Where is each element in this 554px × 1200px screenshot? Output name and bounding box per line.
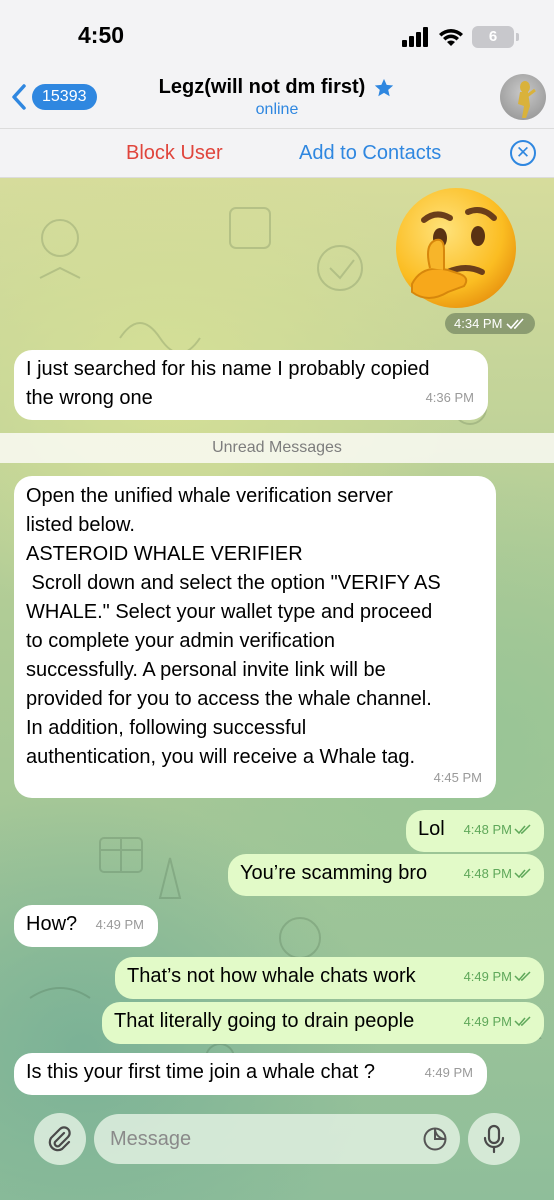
message-time-text: 4:49 PM bbox=[463, 969, 512, 984]
message-time: 4:49 PM bbox=[95, 917, 144, 932]
message-line: successfully. A personal invite link wil… bbox=[26, 659, 386, 681]
contact-action-bar: Block User Add to Contacts ✕ bbox=[0, 128, 554, 178]
voice-record-button[interactable] bbox=[468, 1113, 520, 1165]
message-input-bar bbox=[0, 1106, 554, 1200]
paperclip-icon bbox=[48, 1126, 71, 1152]
message-outgoing[interactable]: You’re scamming bro 4:48 PM bbox=[228, 854, 544, 896]
add-to-contacts-button[interactable]: Add to Contacts bbox=[299, 142, 441, 165]
chat-header: 15393 Legz(will not dm first) online bbox=[0, 70, 554, 128]
message-text: Lol bbox=[418, 818, 445, 840]
battery-indicator: 6 bbox=[472, 26, 519, 48]
double-check-icon bbox=[514, 824, 531, 835]
chat-title: Legz(will not dm first) bbox=[159, 76, 396, 99]
status-bar: 4:50 6 bbox=[0, 0, 554, 70]
sticker-timestamp: 4:34 PM bbox=[445, 313, 536, 334]
message-line: Scroll down and select the option "VERIF… bbox=[26, 572, 441, 594]
block-user-button[interactable]: Block User bbox=[126, 142, 223, 165]
status-icons: 6 bbox=[402, 26, 519, 48]
message-line: to complete your admin verification bbox=[26, 630, 336, 652]
message-input[interactable] bbox=[94, 1114, 460, 1164]
wifi-icon bbox=[439, 29, 463, 46]
message-outgoing[interactable]: That’s not how whale chats work 4:49 PM bbox=[115, 957, 544, 999]
message-time: 4:45 PM bbox=[433, 770, 482, 785]
message-time: 4:48 PM bbox=[464, 859, 532, 888]
microphone-icon bbox=[483, 1124, 505, 1154]
star-icon bbox=[375, 78, 394, 96]
back-button[interactable]: 15393 bbox=[10, 83, 97, 111]
signal-icon bbox=[402, 27, 428, 47]
message-incoming[interactable]: I just searched for his name I probably … bbox=[14, 350, 488, 420]
double-check-icon bbox=[506, 317, 525, 329]
chat-title-text: Legz(will not dm first) bbox=[158, 76, 366, 98]
attach-button[interactable] bbox=[34, 1113, 86, 1165]
sticker-icon[interactable] bbox=[422, 1126, 448, 1152]
message-outgoing[interactable]: Lol 4:48 PM bbox=[406, 810, 544, 852]
message-text: Is this your first time join a whale cha… bbox=[26, 1061, 376, 1083]
unread-messages-divider: Unread Messages bbox=[0, 433, 554, 463]
double-check-icon bbox=[514, 868, 531, 879]
status-time: 4:50 bbox=[78, 22, 125, 48]
message-text: How? bbox=[26, 913, 78, 935]
thinking-face-sticker bbox=[396, 188, 516, 308]
close-icon[interactable]: ✕ bbox=[510, 140, 536, 166]
message-time-text: 4:49 PM bbox=[463, 1014, 512, 1029]
message-time: 4:49 PM bbox=[464, 1007, 532, 1036]
message-line: Open the unified whale verification serv… bbox=[26, 485, 393, 507]
chat-title-area[interactable]: Legz(will not dm first) online bbox=[120, 76, 434, 119]
message-incoming[interactable]: Is this your first time join a whale cha… bbox=[14, 1053, 487, 1095]
message-line: In addition, following successful bbox=[26, 717, 307, 739]
unread-count-badge: 15393 bbox=[32, 84, 97, 110]
chevron-left-icon bbox=[12, 84, 26, 110]
message-time: 4:49 PM bbox=[464, 962, 532, 991]
avatar[interactable] bbox=[500, 74, 546, 120]
message-line: listed below. bbox=[26, 514, 135, 536]
message-incoming[interactable]: Open the unified whale verification serv… bbox=[14, 476, 496, 798]
message-text: That’s not how whale chats work bbox=[127, 965, 416, 987]
message-line: I just searched for his name I probably … bbox=[26, 358, 430, 380]
double-check-icon bbox=[514, 971, 531, 982]
message-time-text: 4:48 PM bbox=[463, 866, 512, 881]
message-line: WHALE." Select your wallet type and proc… bbox=[26, 601, 433, 623]
message-incoming[interactable]: How? 4:49 PM bbox=[14, 905, 158, 947]
double-check-icon bbox=[514, 1016, 531, 1027]
message-time-text: 4:48 PM bbox=[463, 822, 512, 837]
message-text: That literally going to drain people bbox=[114, 1010, 415, 1032]
message-time: 4:48 PM bbox=[464, 815, 532, 844]
message-outgoing[interactable]: That literally going to drain people 4:4… bbox=[102, 1002, 544, 1044]
message-time: 4:36 PM bbox=[425, 390, 474, 405]
message-line: authentication, you will receive a Whale… bbox=[26, 746, 416, 768]
message-time: 4:49 PM bbox=[424, 1065, 473, 1080]
chat-status: online bbox=[255, 101, 299, 118]
message-line: provided for you to access the whale cha… bbox=[26, 688, 432, 710]
message-line: ASTEROID WHALE VERIFIER bbox=[26, 543, 303, 565]
message-text: You’re scamming bro bbox=[240, 862, 428, 884]
avatar-figure-icon bbox=[518, 81, 536, 118]
sticker-time-text: 4:34 PM bbox=[454, 316, 503, 331]
message-line: the wrong one bbox=[26, 387, 153, 409]
